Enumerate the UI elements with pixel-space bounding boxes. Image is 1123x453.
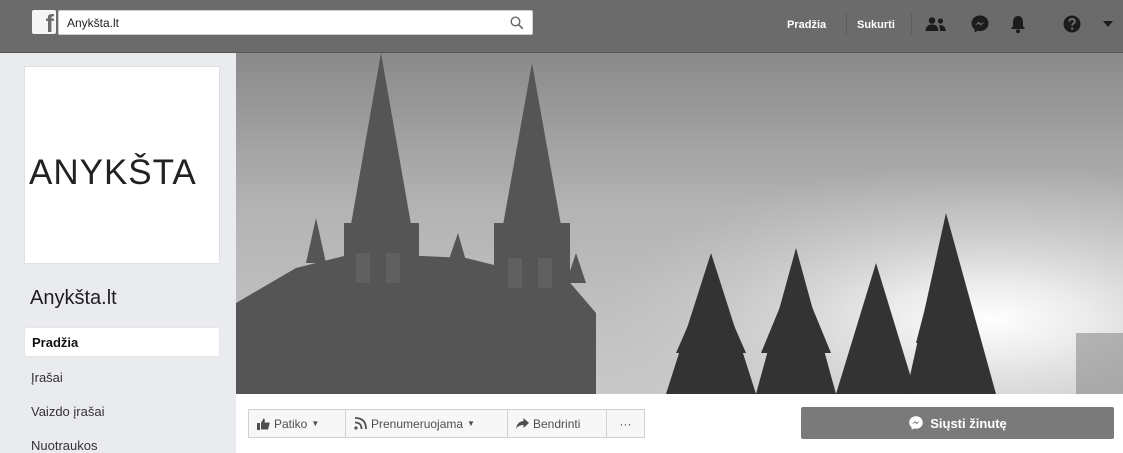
help-icon[interactable] — [1061, 14, 1083, 34]
notifications-icon[interactable] — [1007, 14, 1029, 34]
facebook-logo[interactable]: f — [32, 10, 56, 34]
top-navigation-bar: f Pradžia Sukurti — [0, 0, 1123, 53]
facebook-logo-letter: f — [45, 10, 54, 35]
sidebar-item-photos[interactable]: Nuotraukos — [24, 430, 220, 453]
share-button-label: Bendrinti — [533, 416, 581, 431]
caret-down-icon: ▼ — [311, 419, 320, 428]
friends-icon[interactable] — [925, 14, 947, 34]
sidebar-item-home[interactable]: Pradžia — [24, 327, 220, 357]
like-button-label: Patiko — [274, 416, 308, 431]
page-title[interactable]: Anykšta.lt — [30, 287, 117, 310]
rss-icon — [354, 417, 367, 430]
page-profile-picture[interactable]: ANYKŠTA — [24, 66, 220, 264]
account-menu-icon[interactable] — [1097, 14, 1119, 34]
search-input[interactable] — [59, 11, 502, 34]
like-button[interactable]: Patiko ▼ — [248, 409, 346, 438]
follow-button[interactable]: Prenumeruojama ▼ — [345, 409, 508, 438]
share-button[interactable]: Bendrinti — [507, 409, 607, 438]
more-options-button[interactable]: ··· — [606, 409, 645, 438]
nav-create-link[interactable]: Sukurti — [857, 19, 895, 31]
send-message-label: Siųsti žinutę — [930, 415, 1007, 431]
messenger-icon[interactable] — [969, 14, 991, 34]
thumbs-up-icon — [257, 418, 270, 430]
sidebar-item-posts[interactable]: Įrašai — [24, 362, 220, 392]
nav-divider — [846, 14, 847, 34]
send-message-button[interactable]: Siųsti žinutę — [801, 407, 1114, 439]
nav-divider — [911, 14, 912, 34]
page-action-bar: Patiko ▼ Prenumeruojama ▼ Bendrinti ··· … — [236, 394, 1123, 453]
nav-home-link[interactable]: Pradžia — [787, 19, 826, 31]
caret-down-icon: ▼ — [467, 419, 475, 428]
brand-logo: ANYKŠTA — [29, 153, 197, 192]
sidebar-item-videos[interactable]: Vaizdo įrašai — [24, 396, 220, 426]
search-icon — [510, 15, 524, 29]
cover-photo[interactable] — [236, 53, 1123, 394]
search-button[interactable] — [502, 11, 532, 34]
share-arrow-icon — [516, 418, 529, 429]
follow-button-label: Prenumeruojama — [371, 416, 464, 431]
facebook-page: f Pradžia Sukurti ANYKŠTA Anykšta.l — [0, 0, 1123, 453]
search-box — [58, 10, 533, 35]
cover-photo-image — [236, 53, 1123, 394]
messenger-icon — [909, 416, 924, 430]
more-options-icon: ··· — [619, 416, 632, 431]
